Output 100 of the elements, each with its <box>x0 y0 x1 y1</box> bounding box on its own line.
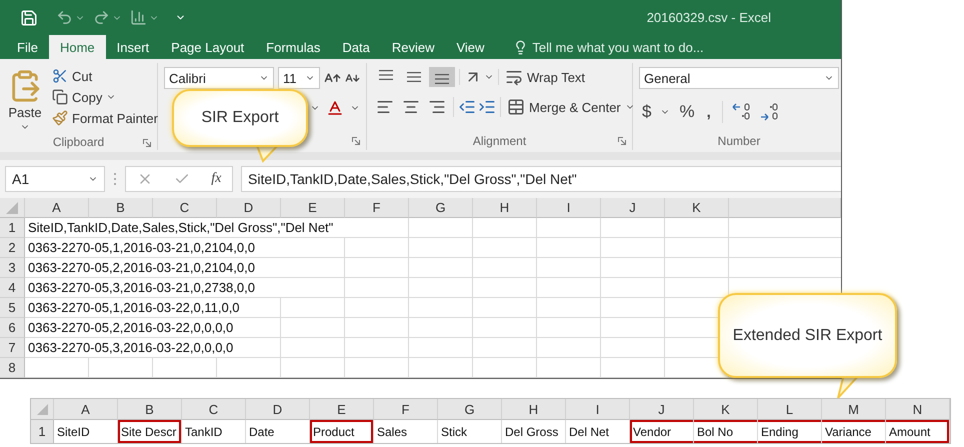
align-left-icon[interactable] <box>376 98 394 116</box>
row-header[interactable]: 2 <box>0 238 25 258</box>
ribbon-tab[interactable]: Review <box>380 35 446 59</box>
align-bottom-button[interactable] <box>429 67 455 87</box>
dialog-launcher-icon[interactable] <box>352 137 360 145</box>
paste-button[interactable]: Paste <box>6 67 44 134</box>
empty-cell <box>537 318 601 338</box>
align-right-icon[interactable] <box>428 98 446 116</box>
column-header[interactable]: I <box>537 198 601 218</box>
column-header[interactable]: H <box>473 198 537 218</box>
column-header[interactable]: I <box>566 399 630 420</box>
group-label: Alignment <box>472 134 526 148</box>
column-header[interactable]: K <box>665 198 729 218</box>
ribbon-tab[interactable]: Formulas <box>255 35 332 59</box>
dialog-launcher-icon[interactable] <box>618 137 626 145</box>
font-name-field[interactable]: Calibri <box>164 67 274 89</box>
row-header[interactable]: 7 <box>0 338 25 358</box>
column-header[interactable]: C <box>153 198 217 218</box>
column-header[interactable]: J <box>601 198 665 218</box>
font-color-icon[interactable] <box>326 99 344 117</box>
column-header[interactable]: A <box>54 399 118 420</box>
column-header[interactable]: F <box>374 399 438 420</box>
column-header[interactable]: B <box>89 198 153 218</box>
increase-indent-icon[interactable] <box>478 98 496 116</box>
percent-button[interactable]: % <box>676 99 698 125</box>
column-header[interactable]: N <box>886 399 950 420</box>
ribbon-tab[interactable]: Insert <box>106 35 160 59</box>
table-cell: Ending <box>758 420 822 443</box>
name-box[interactable]: A1 <box>5 166 105 192</box>
column-header[interactable]: G <box>438 399 502 420</box>
formula-field[interactable]: SiteID,TankID,Date,Sales,Stick,"Del Gross","Del Net" <box>241 166 841 192</box>
wrap-text-icon <box>505 68 523 86</box>
number-format-field[interactable]: General <box>639 67 839 89</box>
empty-cell <box>89 358 153 378</box>
align-bottom-icon <box>435 74 449 84</box>
redo-icon[interactable] <box>93 9 110 26</box>
empty-cell <box>473 338 537 358</box>
callout: SIR Export <box>172 89 308 147</box>
row-header[interactable]: 1 <box>31 420 54 443</box>
column-header[interactable]: C <box>182 399 246 420</box>
ribbon-tab[interactable]: Home <box>48 35 106 59</box>
table-cell: Amount <box>886 420 950 443</box>
row-header[interactable]: 5 <box>0 298 25 318</box>
table-cell: Stick <box>438 420 502 443</box>
empty-cell <box>345 278 409 298</box>
column-header[interactable]: E <box>310 399 374 420</box>
undo-icon[interactable] <box>56 9 73 26</box>
column-header[interactable]: J <box>630 399 694 420</box>
row-header[interactable]: 1 <box>0 218 25 238</box>
table-cell: Del Gross <box>502 420 566 443</box>
copy-button[interactable]: Copy <box>50 88 160 106</box>
merge-center-button[interactable]: Merge & Center <box>505 97 637 117</box>
font-size-field[interactable]: 11 <box>278 67 320 89</box>
column-header[interactable]: G <box>409 198 473 218</box>
column-header[interactable]: H <box>502 399 566 420</box>
column-header[interactable]: E <box>281 198 345 218</box>
row-header[interactable]: 3 <box>0 258 25 278</box>
column-header[interactable]: A <box>25 198 89 218</box>
row-header[interactable]: 6 <box>0 318 25 338</box>
comma-button[interactable]: , <box>704 100 714 124</box>
column-header[interactable]: L <box>758 399 822 420</box>
empty-cell <box>281 338 345 358</box>
empty-cell <box>409 258 473 278</box>
save-icon[interactable] <box>20 8 38 26</box>
empty-cell <box>345 258 409 278</box>
ribbon-tab[interactable]: File <box>6 35 49 59</box>
chart-icon[interactable] <box>130 9 147 26</box>
ribbon-tab[interactable]: View <box>445 35 496 59</box>
tell-me-search[interactable]: Tell me what you want to do... <box>509 35 708 59</box>
insert-function-button[interactable]: fx <box>211 171 222 187</box>
column-header[interactable]: M <box>822 399 886 420</box>
currency-button[interactable]: $ <box>639 99 654 125</box>
column-header[interactable]: D <box>217 198 281 218</box>
table-cell: 0363-2270-05,2,2016-03-22,0,0,0,0 <box>25 318 281 338</box>
row-header[interactable]: 8 <box>0 358 25 378</box>
table-cell: 0363-2270-05,1,2016-03-22,0,11,0,0 <box>25 298 281 318</box>
ribbon-tab[interactable]: Data <box>331 35 381 59</box>
wrap-text-button[interactable]: Wrap Text <box>503 67 588 87</box>
empty-cell <box>473 358 537 378</box>
row-header[interactable]: 4 <box>0 278 25 298</box>
column-header[interactable]: K <box>694 399 758 420</box>
table-cell: Date <box>246 420 310 443</box>
column-header[interactable]: D <box>246 399 310 420</box>
merge-cells-icon <box>507 98 525 116</box>
dialog-launcher-icon[interactable] <box>143 139 151 147</box>
paintbrush-icon <box>52 110 68 126</box>
column-header[interactable]: B <box>118 399 182 420</box>
table-cell: Product <box>310 420 374 443</box>
empty-cell <box>665 218 729 238</box>
column-header[interactable]: F <box>345 198 409 218</box>
ribbon-tab[interactable]: Page Layout <box>160 35 256 59</box>
callout: Extended SIR Export <box>718 293 897 378</box>
decrease-indent-icon[interactable] <box>458 98 476 116</box>
format-painter-button[interactable]: Format Painter <box>50 109 160 127</box>
empty-cell <box>473 278 537 298</box>
align-center-icon[interactable] <box>402 98 420 116</box>
table-cell: Site Descr <box>118 420 182 443</box>
empty-cell <box>537 238 601 258</box>
empty-cell <box>217 358 281 378</box>
cut-button[interactable]: Cut <box>50 67 160 85</box>
